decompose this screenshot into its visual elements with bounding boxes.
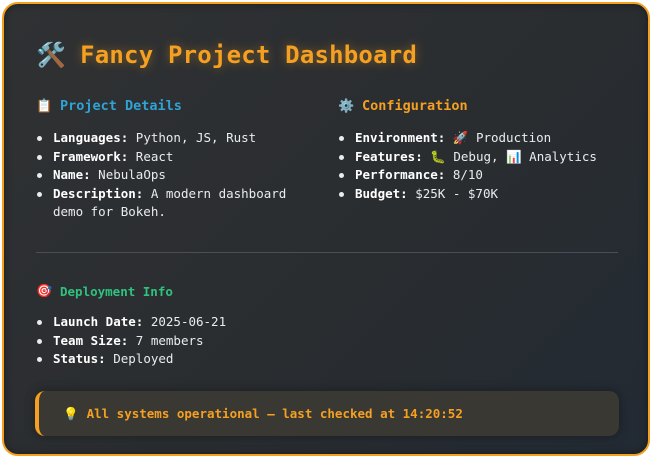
section-divider [36, 252, 618, 253]
list-item-environment: Environment: 🚀 Production [338, 129, 638, 148]
list-item-status: Status: Deployed [36, 350, 336, 369]
budget-key: Budget: [355, 185, 408, 201]
launch-date-value: 2025-06-21 [150, 314, 227, 329]
list-item-performance: Performance: 8/10 [338, 166, 638, 185]
project-details-list: Languages: Python, JS, Rust Framework: R… [36, 129, 306, 222]
system-status-banner: 💡 All systems operational — last checked… [35, 391, 619, 436]
page-title-text: Fancy Project Dashboard [80, 41, 418, 69]
deployment-info-heading-text: Deployment Info [60, 284, 173, 299]
list-item-name: Name: NebulaOps [36, 166, 306, 185]
environment-value: Production [475, 130, 552, 145]
list-item-launch-date: Launch Date: 2025-06-21 [36, 313, 336, 332]
framework-value: React [135, 148, 174, 164]
environment-key: Environment: [355, 130, 446, 145]
page-title: 🛠️ Fancy Project Dashboard [36, 37, 417, 73]
list-item-team-size: Team Size: 7 members [36, 332, 336, 351]
name-value: NebulaOps [98, 167, 166, 183]
list-item-languages: Languages: Python, JS, Rust [36, 129, 306, 148]
configuration-list: Environment: 🚀 Production Features: 🐛 De… [338, 129, 638, 203]
status-key: Status: [53, 351, 106, 367]
lightbulb-icon: 💡 [63, 405, 79, 421]
system-status-text: All systems operational — last checked a… [86, 406, 463, 421]
languages-value: Python, JS, Rust [135, 130, 257, 145]
languages-key: Languages: [53, 130, 129, 145]
performance-key: Performance: [355, 167, 446, 183]
bug-icon: 🐛 [430, 148, 446, 164]
deployment-info-list: Launch Date: 2025-06-21 Team Size: 7 mem… [36, 313, 336, 369]
list-item-features: Features: 🐛 Debug, 📊 Analytics [338, 148, 638, 167]
performance-value: 8/10 [452, 167, 483, 183]
list-item-budget: Budget: $25K - $70K [338, 185, 638, 204]
clipboard-icon: 📋 [36, 98, 53, 114]
bar-chart-icon: 📊 [506, 148, 522, 164]
project-details-heading: 📋 Project Details [36, 98, 182, 114]
launch-date-key: Launch Date: [53, 314, 144, 329]
status-value: Deployed [113, 351, 174, 367]
rocket-icon: 🚀 [452, 130, 469, 145]
deployment-info-heading: 🎯 Deployment Info [36, 284, 173, 299]
name-key: Name: [53, 167, 91, 183]
team-size-value: 7 members [135, 332, 204, 348]
description-key: Description: [53, 185, 144, 201]
list-item-framework: Framework: React [36, 148, 306, 167]
configuration-heading: ⚙️ Configuration [338, 98, 468, 114]
budget-value: $25K - $70K [415, 185, 499, 201]
list-item-description: Description: A modern dashboard demo for… [36, 185, 306, 222]
features-key: Features: [355, 148, 423, 164]
dashboard-card: 🛠️ Fancy Project Dashboard 📋 Project Det… [2, 2, 650, 456]
team-size-key: Team Size: [53, 332, 129, 348]
tools-icon: 🛠️ [36, 41, 67, 69]
gear-icon: ⚙️ [338, 98, 355, 114]
feature-analytics-value: Analytics [529, 148, 597, 164]
project-details-heading-text: Project Details [60, 98, 182, 114]
target-icon: 🎯 [36, 284, 53, 299]
feature-debug-value: Debug, [453, 148, 499, 164]
framework-key: Framework: [53, 148, 129, 164]
configuration-heading-text: Configuration [362, 98, 468, 114]
